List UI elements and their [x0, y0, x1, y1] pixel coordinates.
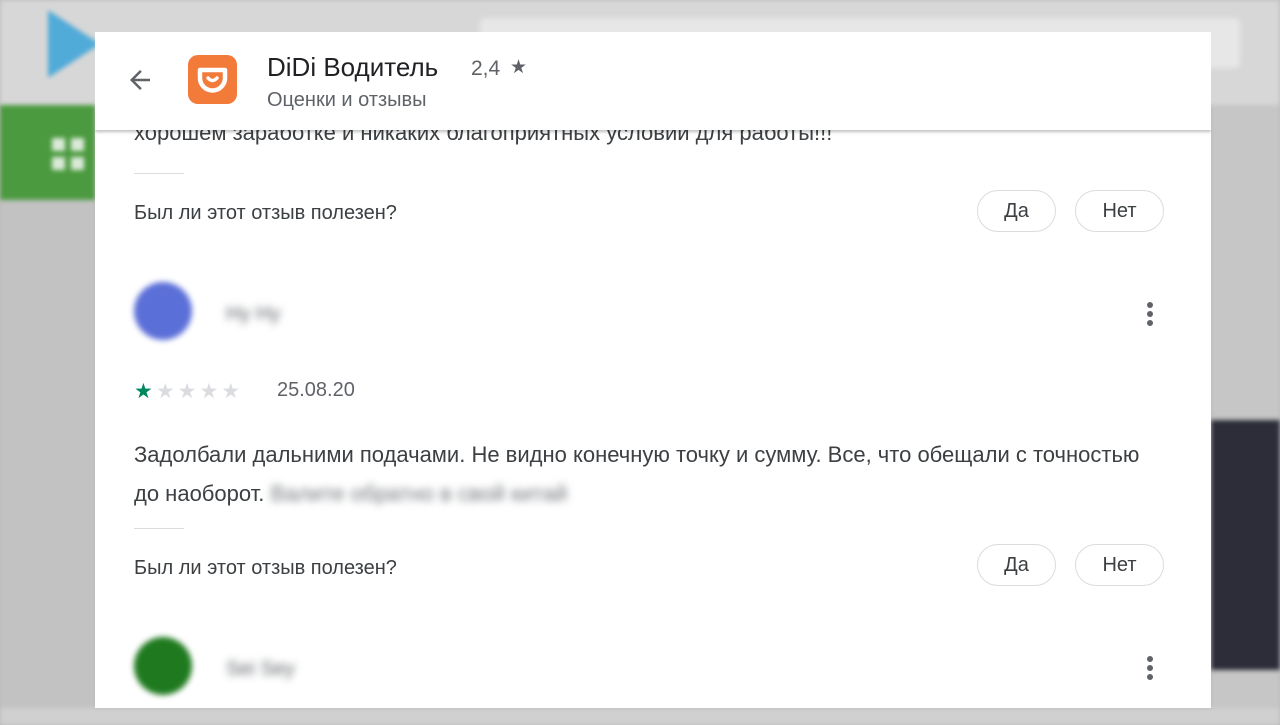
background-bottom [0, 708, 1280, 725]
more-vert-icon[interactable] [1147, 302, 1153, 326]
background-image [1211, 420, 1280, 670]
apps-grid-icon [52, 138, 84, 170]
helpful-question: Был ли этот отзыв полезен? [134, 557, 397, 579]
star-icon: ★ [221, 380, 241, 403]
star-icon: ★ [177, 380, 197, 403]
avatar [134, 282, 192, 340]
no-button[interactable]: Нет [1075, 190, 1164, 232]
yes-button[interactable]: Да [977, 190, 1056, 232]
avatar [134, 637, 192, 695]
yes-button[interactable]: Да [977, 544, 1056, 586]
arrow-back-icon[interactable] [125, 65, 155, 95]
reviewer-name: Ну Ну [226, 303, 281, 325]
divider [134, 173, 184, 174]
review-text: Задолбали дальними подачами. Не видно ко… [134, 435, 1164, 513]
divider [134, 528, 184, 529]
review-date: 25.08.20 [277, 379, 355, 401]
dialog-header: DiDi Водитель 2,4 ★ Оценки и отзывы [95, 32, 1211, 130]
helpful-question: Был ли этот отзыв полезен? [134, 202, 397, 224]
review-text-blurred: Валите обратно в свой китай [270, 481, 568, 506]
app-rating: 2,4 [471, 57, 501, 80]
page-subtitle: Оценки и отзывы [267, 89, 427, 111]
star-icon: ★ [134, 380, 153, 403]
reviews-dialog: DiDi Водитель 2,4 ★ Оценки и отзывы хоро… [95, 32, 1211, 708]
app-title: DiDi Водитель [267, 52, 439, 82]
star-icon: ★ [510, 57, 528, 78]
star-icon: ★ [199, 380, 219, 403]
background-sidebar [0, 200, 95, 725]
reviews-list: хорошем заработке и никаких благоприятны… [95, 120, 1211, 708]
play-store-logo-icon [48, 10, 100, 78]
more-vert-icon[interactable] [1147, 656, 1153, 680]
reviewer-name: Sei Sey [226, 658, 295, 680]
star-rating: ★ ★ ★ ★ ★ [134, 379, 243, 404]
app-icon [188, 55, 237, 104]
didi-logo-icon [197, 67, 228, 93]
no-button[interactable]: Нет [1075, 544, 1164, 586]
star-icon: ★ [155, 380, 175, 403]
